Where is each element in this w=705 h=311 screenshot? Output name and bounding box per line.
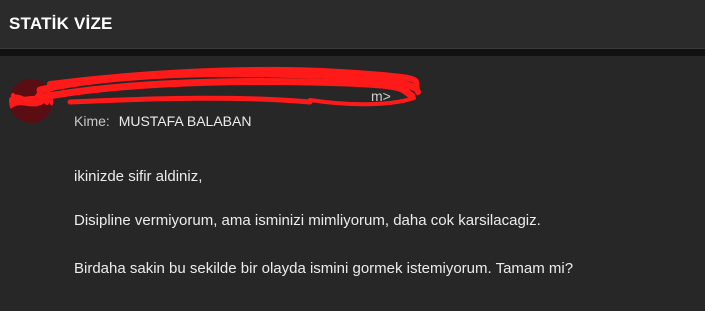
recipient-line: Kime: MUSTAFA BALABAN — [74, 113, 251, 129]
recipient-name[interactable]: MUSTAFA BALABAN — [119, 113, 252, 129]
app-header: STATİK VİZE — [0, 0, 705, 49]
message-body-line: ikinizde sifir aldiniz, — [74, 168, 203, 185]
header-divider — [0, 49, 705, 56]
page-title: STATİK VİZE — [9, 14, 113, 33]
message-body-line: Disipline vermiyorum, ama isminizi mimli… — [74, 212, 541, 229]
recipient-label: Kime: — [74, 113, 110, 129]
message-body-line: Birdaha sakin bu sekilde bir olayda ismi… — [74, 260, 574, 277]
redaction-scribble — [34, 66, 421, 107]
